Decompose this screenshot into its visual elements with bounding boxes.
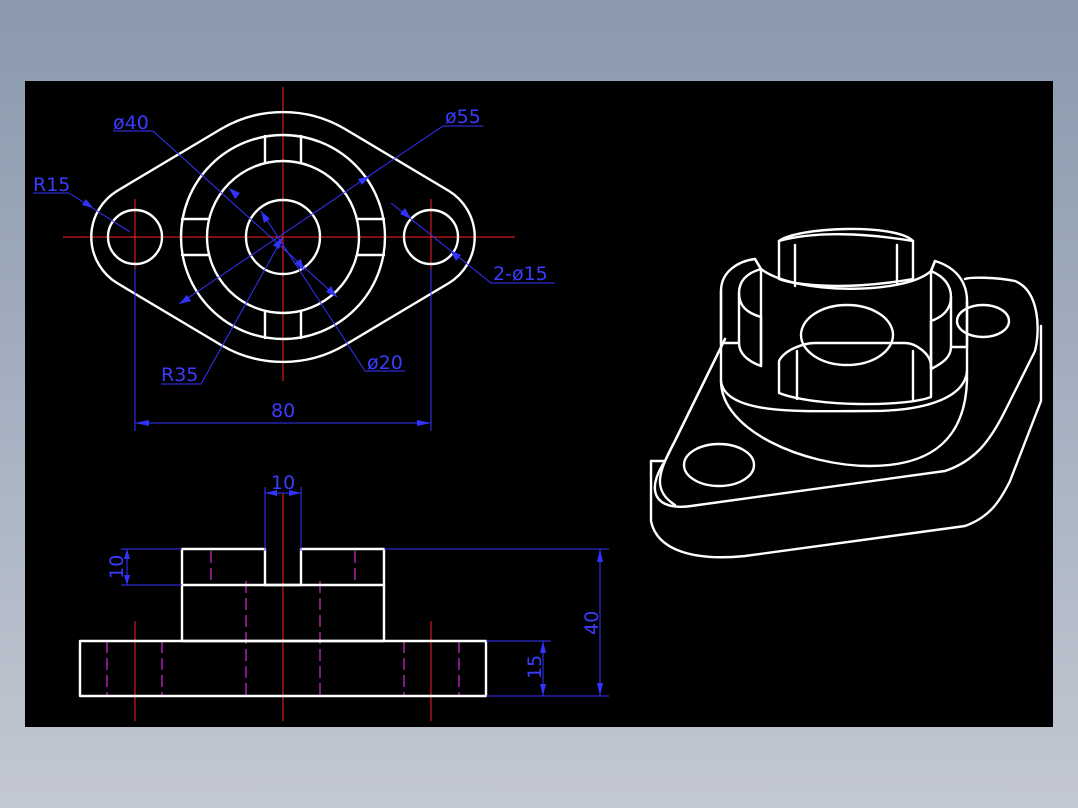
isometric-view <box>649 227 1043 559</box>
dim-width80: 80 <box>271 400 295 422</box>
iso-crenellations <box>719 227 969 406</box>
drawing-canvas: ø40 ø55 R15 2-ø15 R35 ø20 80 10 10 40 15 <box>25 81 1053 727</box>
dim-height15: 15 <box>524 655 546 679</box>
iso-center-bore <box>799 303 895 367</box>
dim-two-phi15: 2-ø15 <box>493 263 548 285</box>
dim-height40: 40 <box>581 611 603 635</box>
cad-drawing: ø40 ø55 R15 2-ø15 R35 ø20 80 10 10 40 15 <box>33 87 1043 721</box>
dim-r35: R35 <box>161 364 198 386</box>
iso-base-plate <box>649 276 1043 559</box>
dim-slot10: 10 <box>271 472 295 494</box>
dim-height10: 10 <box>106 555 128 579</box>
dim-r15: R15 <box>33 174 70 196</box>
front-view: 10 10 40 15 <box>78 472 609 721</box>
iso-front-hole <box>682 442 756 488</box>
iso-back-hole <box>955 303 1011 339</box>
dim-phi55: ø55 <box>445 106 481 128</box>
top-view: ø40 ø55 R15 2-ø15 R35 ø20 80 <box>33 87 555 431</box>
dim-phi40: ø40 <box>113 112 149 134</box>
top-view-dimension-text: ø40 ø55 R15 2-ø15 R35 ø20 80 <box>33 106 548 422</box>
dim-phi20: ø20 <box>367 352 403 374</box>
